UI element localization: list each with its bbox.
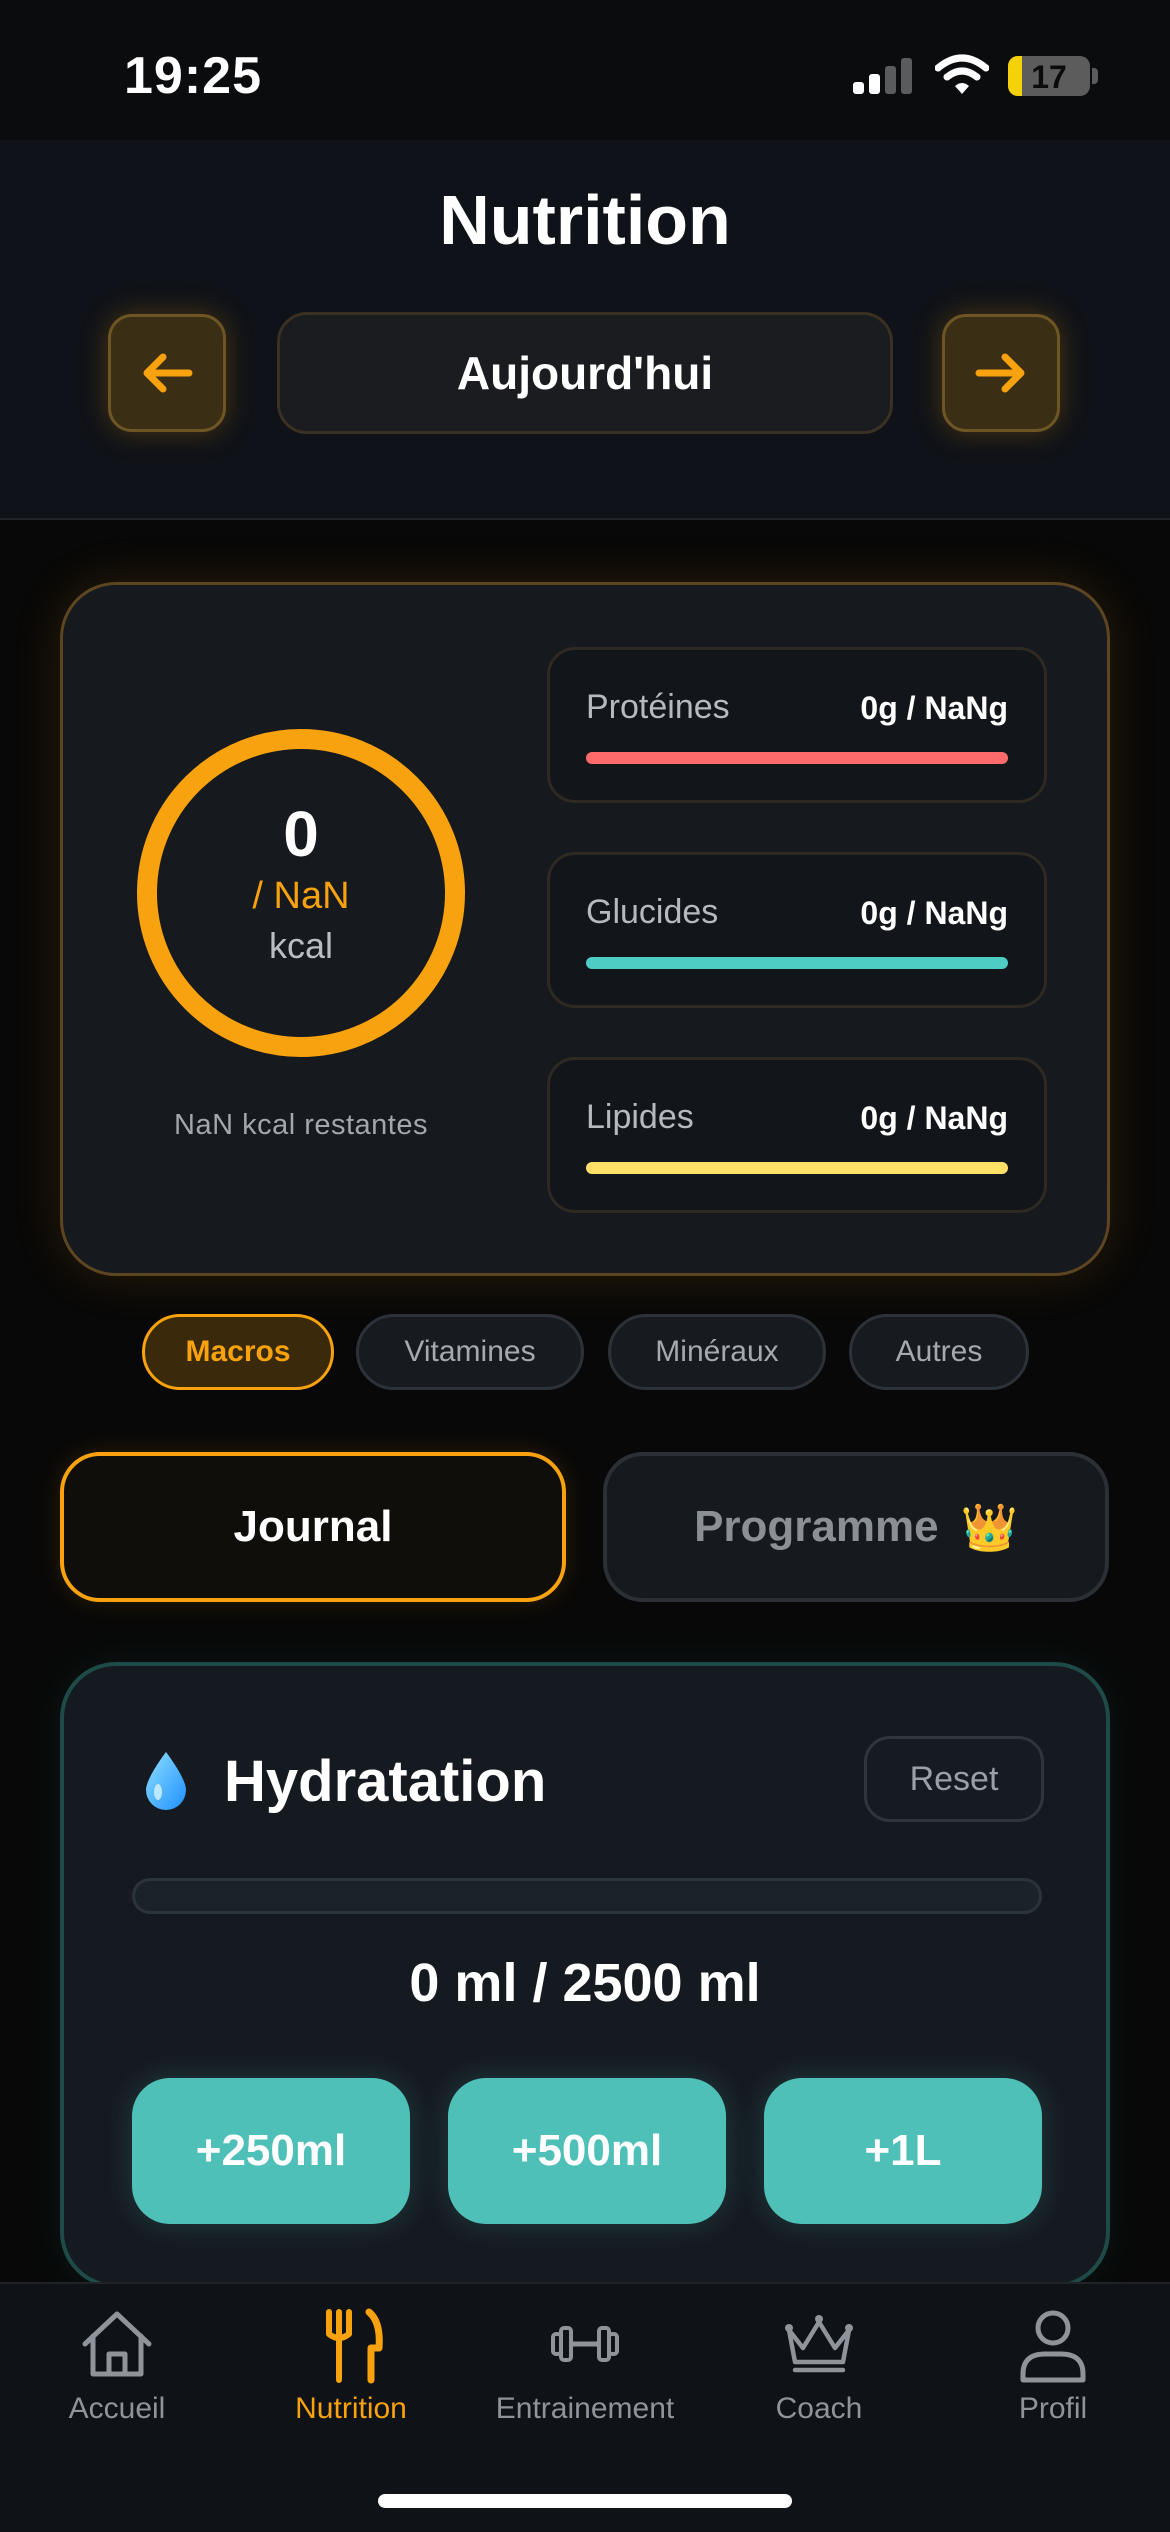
journal-tab-button[interactable]: Journal	[60, 1452, 566, 1602]
premium-crown-icon: 👑	[960, 1500, 1018, 1553]
programme-tab-button[interactable]: Programme 👑	[603, 1452, 1109, 1602]
tab-label: Nutrition	[295, 2392, 407, 2425]
tab-training[interactable]: Entrainement	[468, 2308, 702, 2438]
macro-progress-bar	[586, 1162, 1008, 1174]
macro-label: Protéines	[586, 688, 730, 726]
nutrition-summary-card: 0 / NaN kcal NaN kcal restantes Protéine…	[60, 582, 1110, 1276]
water-drop-icon	[146, 1752, 186, 1810]
calories-remaining: NaN kcal restantes	[174, 1109, 428, 1141]
status-bar: 19:25 17	[0, 0, 1170, 140]
home-indicator[interactable]	[378, 2494, 792, 2508]
macro-value: 0g / NaNg	[860, 895, 1008, 931]
macro-carbs: Glucides 0g / NaNg	[547, 852, 1047, 1008]
water-progress-bar	[132, 1878, 1042, 1914]
macro-value: 0g / NaNg	[860, 690, 1008, 726]
home-icon	[82, 2311, 152, 2377]
chip-vitamins[interactable]: Vitamines	[356, 1314, 584, 1390]
calorie-ring: 0 / NaN kcal	[133, 725, 469, 1061]
battery-level: 17	[1031, 59, 1067, 95]
tab-label: Accueil	[68, 2392, 166, 2425]
programme-label: Programme	[694, 1502, 939, 1551]
person-icon	[1020, 2310, 1086, 2383]
calories-target: / NaN	[252, 875, 350, 917]
fork-knife-icon	[326, 2308, 383, 2384]
tab-label: Entrainement	[495, 2392, 675, 2425]
tab-coach[interactable]: Coach	[702, 2308, 936, 2438]
tab-label: Profil	[1018, 2392, 1088, 2425]
tab-profile[interactable]: Profil	[936, 2308, 1170, 2438]
water-amount: 0 ml / 2500 ml	[409, 1953, 761, 2013]
hydration-card: Hydratation Reset 0 ml / 2500 ml +250ml …	[60, 1662, 1110, 2288]
battery-icon: 17	[1008, 56, 1090, 96]
add-1l-button[interactable]: +1L	[764, 2078, 1042, 2224]
arrow-left-icon	[143, 353, 193, 393]
cellular-signal-icon	[853, 58, 913, 94]
macro-proteins: Protéines 0g / NaNg	[547, 647, 1047, 803]
tab-home[interactable]: Accueil	[0, 2308, 234, 2438]
next-day-button[interactable]	[942, 314, 1060, 432]
screen: 19:25 17 Nutrition Aujourd'hui 0 / NaN k…	[0, 0, 1170, 2532]
macro-progress-bar	[586, 752, 1008, 764]
tab-label: Coach	[775, 2392, 863, 2425]
journal-label: Journal	[233, 1502, 393, 1551]
date-selector[interactable]: Aujourd'hui	[277, 312, 893, 434]
page-title: Nutrition	[439, 181, 731, 259]
calories-unit: kcal	[268, 925, 334, 966]
reset-button[interactable]: Reset	[864, 1736, 1044, 1822]
dumbbell-icon	[551, 2326, 619, 2362]
macro-value: 0g / NaNg	[860, 1100, 1008, 1136]
chip-minerals[interactable]: Minéraux	[608, 1314, 826, 1390]
chip-macros[interactable]: Macros	[142, 1314, 334, 1390]
hydration-title: Hydratation	[224, 1749, 547, 1814]
crown-icon	[785, 2315, 853, 2373]
chip-others[interactable]: Autres	[849, 1314, 1029, 1390]
header: Nutrition Aujourd'hui	[0, 140, 1170, 520]
calories-consumed: 0	[283, 798, 319, 870]
add-250ml-button[interactable]: +250ml	[132, 2078, 410, 2224]
macro-label: Glucides	[586, 893, 719, 931]
macro-progress-bar	[586, 957, 1008, 969]
macro-label: Lipides	[586, 1098, 694, 1136]
battery-tip	[1092, 68, 1098, 84]
macro-fats: Lipides 0g / NaNg	[547, 1057, 1047, 1213]
previous-day-button[interactable]	[108, 314, 226, 432]
arrow-right-icon	[975, 353, 1025, 393]
wifi-icon	[935, 54, 989, 94]
tab-nutrition[interactable]: Nutrition	[234, 2308, 468, 2438]
add-500ml-button[interactable]: +500ml	[448, 2078, 726, 2224]
status-time: 19:25	[124, 47, 262, 105]
